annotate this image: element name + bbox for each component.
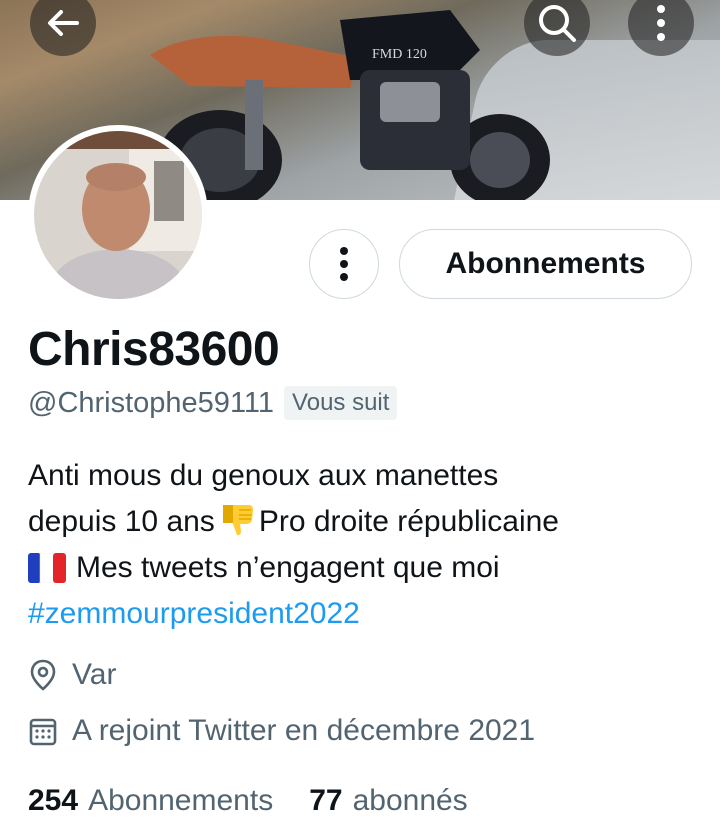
followers-count: 77 xyxy=(309,784,343,817)
handle-row: @Christophe59111 Vous suit xyxy=(28,386,398,420)
following-label: Abonnements xyxy=(88,784,274,817)
followers-stat[interactable]: 77 abonnés xyxy=(309,784,467,818)
thumbs-down-icon xyxy=(222,505,253,536)
calendar-icon xyxy=(29,718,57,746)
banner-brand-text: FMD 120 xyxy=(372,47,427,62)
profile-more-button[interactable] xyxy=(309,229,379,299)
follows-you-badge: Vous suit xyxy=(284,386,398,420)
more-vertical-icon xyxy=(340,247,348,281)
profile-avatar[interactable] xyxy=(28,125,208,305)
france-flag-icon xyxy=(28,553,66,583)
back-button[interactable] xyxy=(30,0,96,56)
joined-date-text: A rejoint Twitter en décembre 2021 xyxy=(72,714,536,747)
following-count: 254 xyxy=(28,784,79,817)
location-row: Var xyxy=(28,658,116,692)
followers-label: abonnés xyxy=(352,784,468,817)
bio-text: Mes tweets n’engagent que moi xyxy=(76,551,500,584)
display-name: Chris83600 xyxy=(28,323,280,376)
arrow-left-icon xyxy=(48,10,79,36)
following-button[interactable]: Abonnements xyxy=(399,229,692,299)
profile-bio: Anti mous du genoux aux manettes depuis … xyxy=(28,453,708,637)
hashtag-link[interactable]: #zemmourpresident2022 xyxy=(28,591,708,637)
bio-line: Anti mous du genoux aux manettes xyxy=(28,459,499,492)
bio-line: depuis 10 ans Pro droite républicaine xyxy=(28,499,708,545)
joined-row: A rejoint Twitter en décembre 2021 xyxy=(28,714,535,748)
user-handle: @Christophe59111 xyxy=(28,386,275,419)
bio-text: Pro droite républicaine xyxy=(258,505,559,538)
motorcycle-image: FMD 120 xyxy=(150,10,550,200)
following-stat[interactable]: 254 Abonnements xyxy=(28,784,273,818)
avatar-photo xyxy=(34,131,202,299)
bio-text: depuis 10 ans xyxy=(28,505,215,538)
location-pin-icon xyxy=(30,659,56,691)
location-text: Var xyxy=(72,658,117,691)
more-vertical-icon xyxy=(657,5,665,41)
profile-stats: 254 Abonnements 77 abonnés xyxy=(28,784,504,818)
search-icon xyxy=(539,5,576,42)
bio-line: Mes tweets n’engagent que moi xyxy=(28,545,708,591)
